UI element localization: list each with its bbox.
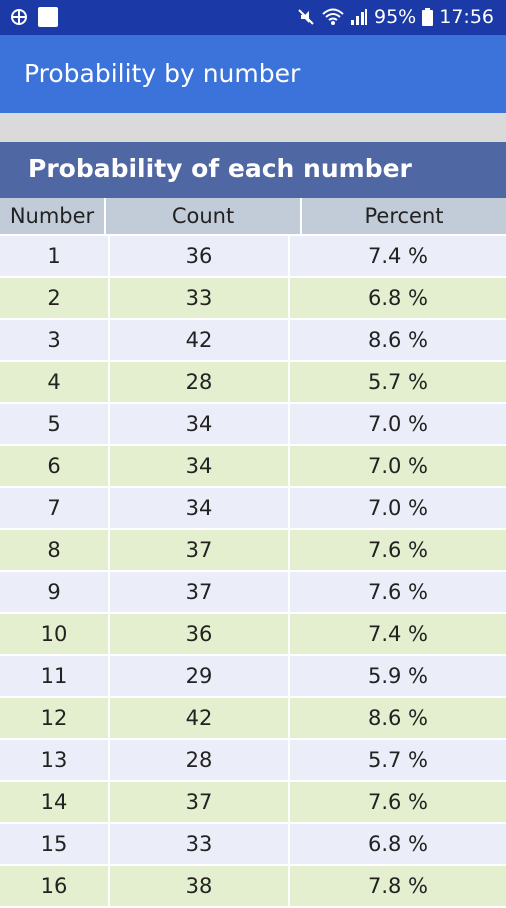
header-count: Count <box>106 198 302 234</box>
cell-number: 1 <box>0 236 110 276</box>
cell-percent: 7.0 % <box>290 404 506 444</box>
table-row: 12 42 8.6 % <box>0 698 506 740</box>
battery-icon <box>422 8 434 26</box>
cell-count: 34 <box>110 446 290 486</box>
cell-count: 28 <box>110 740 290 780</box>
cell-count: 37 <box>110 530 290 570</box>
cell-count: 42 <box>110 320 290 360</box>
cell-percent: 8.6 % <box>290 698 506 738</box>
table-row: 9 37 7.6 % <box>0 572 506 614</box>
table-row: 14 37 7.6 % <box>0 782 506 824</box>
cell-number: 16 <box>0 866 110 906</box>
table-row: 15 33 6.8 % <box>0 824 506 866</box>
notification-square-icon <box>38 7 58 27</box>
cell-percent: 8.6 % <box>290 320 506 360</box>
cell-count: 33 <box>110 278 290 318</box>
status-bar: 95% 17:56 <box>0 0 506 35</box>
app-title: Probability by number <box>24 59 301 88</box>
header-percent: Percent <box>302 198 506 234</box>
vpn-icon <box>10 8 28 26</box>
table-row: 16 38 7.8 % <box>0 866 506 908</box>
table-row: 4 28 5.7 % <box>0 362 506 404</box>
cell-count: 38 <box>110 866 290 906</box>
cell-percent: 7.6 % <box>290 782 506 822</box>
table-row: 6 34 7.0 % <box>0 446 506 488</box>
table-header-row: Number Count Percent <box>0 198 506 236</box>
battery-percent: 95% <box>374 6 417 28</box>
table-body: 1 36 7.4 % 2 33 6.8 % 3 42 8.6 % 4 28 5.7 % 5 34 7.0 %… <box>0 236 506 908</box>
cell-percent: 7.0 % <box>290 488 506 528</box>
cell-percent: 7.0 % <box>290 446 506 486</box>
cell-number: 10 <box>0 614 110 654</box>
cell-count: 33 <box>110 824 290 864</box>
cell-number: 3 <box>0 320 110 360</box>
table-row: 2 33 6.8 % <box>0 278 506 320</box>
cell-number: 11 <box>0 656 110 696</box>
cell-percent: 7.4 % <box>290 614 506 654</box>
cell-count: 28 <box>110 362 290 402</box>
cell-count: 29 <box>110 656 290 696</box>
cell-number: 9 <box>0 572 110 612</box>
table-row: 1 36 7.4 % <box>0 236 506 278</box>
cell-percent: 7.4 % <box>290 236 506 276</box>
probability-table: Number Count Percent 1 36 7.4 % 2 33 6.8 % 3 42… <box>0 198 506 908</box>
cell-percent: 5.7 % <box>290 740 506 780</box>
cell-percent: 7.6 % <box>290 530 506 570</box>
cell-count: 42 <box>110 698 290 738</box>
status-left-icons <box>10 7 58 27</box>
cell-number: 13 <box>0 740 110 780</box>
cell-percent: 5.7 % <box>290 362 506 402</box>
cell-number: 8 <box>0 530 110 570</box>
header-number: Number <box>0 198 106 234</box>
mute-icon <box>296 7 316 27</box>
cell-percent: 6.8 % <box>290 278 506 318</box>
table-row: 7 34 7.0 % <box>0 488 506 530</box>
cell-number: 2 <box>0 278 110 318</box>
signal-icon <box>350 8 368 26</box>
section-header: Probability of each number <box>0 142 506 198</box>
table-row: 5 34 7.0 % <box>0 404 506 446</box>
app-bar: Probability by number <box>0 35 506 113</box>
section-title: Probability of each number <box>28 154 412 183</box>
status-right: 95% 17:56 <box>296 6 494 28</box>
cell-number: 6 <box>0 446 110 486</box>
cell-number: 12 <box>0 698 110 738</box>
table-row: 11 29 5.9 % <box>0 656 506 698</box>
cell-count: 37 <box>110 782 290 822</box>
table-row: 3 42 8.6 % <box>0 320 506 362</box>
cell-count: 34 <box>110 488 290 528</box>
cell-number: 7 <box>0 488 110 528</box>
wifi-icon <box>322 8 344 26</box>
table-row: 13 28 5.7 % <box>0 740 506 782</box>
cell-count: 37 <box>110 572 290 612</box>
table-row: 8 37 7.6 % <box>0 530 506 572</box>
status-time: 17:56 <box>439 6 494 28</box>
divider-strip <box>0 113 506 142</box>
cell-count: 36 <box>110 236 290 276</box>
cell-percent: 6.8 % <box>290 824 506 864</box>
cell-count: 36 <box>110 614 290 654</box>
cell-count: 34 <box>110 404 290 444</box>
table-row: 10 36 7.4 % <box>0 614 506 656</box>
cell-percent: 5.9 % <box>290 656 506 696</box>
cell-percent: 7.8 % <box>290 866 506 906</box>
cell-number: 15 <box>0 824 110 864</box>
cell-number: 4 <box>0 362 110 402</box>
cell-percent: 7.6 % <box>290 572 506 612</box>
cell-number: 5 <box>0 404 110 444</box>
cell-number: 14 <box>0 782 110 822</box>
